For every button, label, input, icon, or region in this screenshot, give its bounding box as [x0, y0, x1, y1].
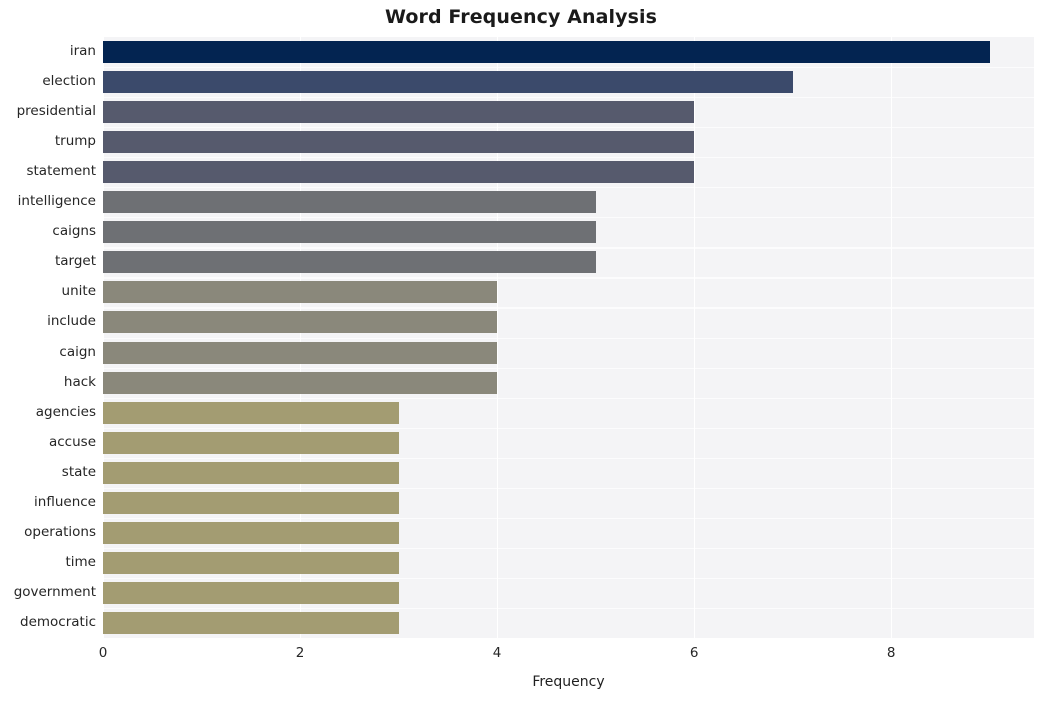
bar-presidential[interactable] — [103, 101, 695, 124]
x-tick-label-0: 0 — [98, 645, 108, 661]
bar-row — [103, 581, 1034, 604]
category-separator — [103, 187, 1034, 189]
category-separator — [103, 337, 1034, 339]
bar-row — [103, 191, 1034, 214]
bar-influence[interactable] — [103, 491, 399, 514]
category-separator — [103, 607, 1034, 610]
bar-row — [103, 431, 1034, 454]
bar-accuse[interactable] — [103, 431, 399, 454]
bar-row — [103, 371, 1034, 394]
bar-row — [103, 41, 1034, 64]
category-separator — [103, 217, 1034, 219]
category-separator — [103, 277, 1034, 279]
bars-layer — [103, 37, 1034, 638]
word-frequency-chart-figure: Word Frequency Analysis iran election pres… — [0, 0, 1042, 701]
y-tick-label-caigns: caigns — [52, 223, 96, 240]
bar-row — [103, 401, 1034, 424]
category-separator — [103, 67, 1034, 69]
bar-row — [103, 311, 1034, 334]
x-axis-tick-labels: 0 2 4 6 8 — [99, 645, 1034, 667]
bar-include[interactable] — [103, 311, 498, 334]
bar-target[interactable] — [103, 251, 596, 274]
bar-row — [103, 221, 1034, 244]
category-separator — [103, 97, 1034, 99]
category-separator — [103, 367, 1034, 369]
y-tick-label-hack: hack — [63, 373, 96, 390]
bar-row — [103, 71, 1034, 94]
bar-caign[interactable] — [103, 341, 498, 364]
bar-row — [103, 341, 1034, 364]
y-tick-label-state: state — [61, 463, 96, 480]
bar-row — [103, 551, 1034, 574]
bar-row — [103, 281, 1034, 304]
bar-row — [103, 611, 1034, 634]
category-separator — [103, 487, 1034, 489]
category-separator — [103, 517, 1034, 519]
bar-row — [103, 521, 1034, 544]
bar-row — [103, 131, 1034, 154]
bar-row — [103, 161, 1034, 184]
y-tick-label-intelligence: intelligence — [17, 193, 96, 210]
bar-operations[interactable] — [103, 521, 399, 544]
x-tick-label-4: 4 — [492, 645, 502, 661]
bar-time[interactable] — [103, 551, 399, 574]
category-separator — [103, 307, 1034, 309]
y-tick-label-unite: unite — [61, 283, 96, 300]
plot-area — [103, 37, 1034, 638]
category-separator — [103, 127, 1034, 129]
chart-title: Word Frequency Analysis — [384, 6, 658, 28]
y-tick-label-statement: statement — [26, 163, 96, 180]
y-tick-label-time: time — [65, 553, 96, 570]
category-separator — [103, 457, 1034, 459]
bar-row — [103, 461, 1034, 484]
x-tick-label-8: 8 — [886, 645, 896, 661]
x-tick-label-6: 6 — [689, 645, 699, 661]
bar-statement[interactable] — [103, 161, 695, 184]
y-tick-label-influence: influence — [34, 493, 96, 510]
bar-state[interactable] — [103, 461, 399, 484]
y-tick-label-presidential: presidential — [16, 103, 96, 120]
bar-caigns[interactable] — [103, 221, 596, 244]
y-axis-tick-labels: iran election presidential trump statement in… — [0, 37, 96, 638]
category-separator — [103, 247, 1034, 249]
y-tick-label-caign: caign — [59, 343, 96, 360]
y-tick-label-iran: iran — [69, 43, 96, 60]
bar-trump[interactable] — [103, 131, 695, 154]
bar-intelligence[interactable] — [103, 191, 596, 214]
y-tick-label-operations: operations — [24, 523, 96, 540]
bar-iran[interactable] — [103, 41, 990, 64]
y-tick-label-include: include — [47, 313, 96, 330]
category-separator — [103, 427, 1034, 429]
bar-agencies[interactable] — [103, 401, 399, 424]
y-tick-label-government: government — [13, 583, 96, 600]
bar-hack[interactable] — [103, 371, 498, 394]
x-axis-label: Frequency — [532, 674, 605, 690]
y-tick-label-trump: trump — [54, 133, 96, 150]
category-separator — [103, 547, 1034, 550]
bar-democratic[interactable] — [103, 611, 399, 634]
category-separator — [103, 397, 1034, 399]
bar-government[interactable] — [103, 581, 399, 604]
x-tick-label-2: 2 — [295, 645, 305, 661]
bar-row — [103, 101, 1034, 124]
category-separator — [103, 577, 1034, 580]
y-tick-label-democratic: democratic — [20, 613, 96, 630]
y-tick-label-target: target — [54, 253, 96, 270]
category-separator — [103, 157, 1034, 159]
bar-election[interactable] — [103, 71, 793, 94]
bar-row — [103, 491, 1034, 514]
y-tick-label-accuse: accuse — [48, 433, 96, 450]
bar-row — [103, 251, 1034, 274]
bar-unite[interactable] — [103, 281, 498, 304]
y-tick-label-election: election — [42, 73, 96, 90]
y-tick-label-agencies: agencies — [35, 403, 96, 420]
